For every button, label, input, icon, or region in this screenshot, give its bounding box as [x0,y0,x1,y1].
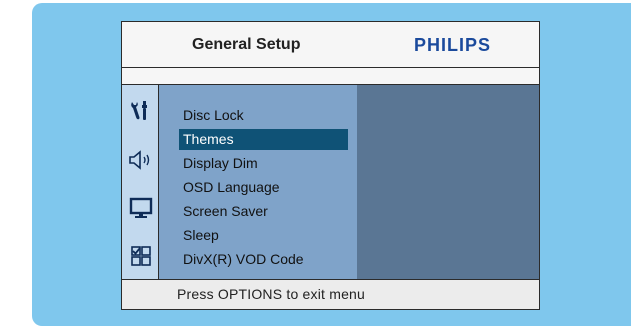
menu-header: General Setup PHILIPS [122,22,539,67]
menu-item-sleep[interactable]: Sleep [179,225,348,246]
speaker-icon[interactable] [126,147,156,173]
menu-item-screen-saver[interactable]: Screen Saver [179,201,348,222]
settings-menu-list: Disc Lock Themes Display Dim OSD Languag… [159,85,357,279]
header-separator-bar [122,67,539,85]
brand-logo: PHILIPS [414,35,492,55]
menu-item-themes[interactable]: Themes [179,129,348,150]
menu-item-display-dim[interactable]: Display Dim [179,153,348,174]
general-setup-icon[interactable] [126,98,156,124]
preferences-icon[interactable] [126,243,156,269]
monitor-icon[interactable] [126,195,156,221]
footer-hint: Press OPTIONS to exit menu [177,286,366,302]
category-icon-column [122,85,159,279]
menu-item-disc-lock[interactable]: Disc Lock [179,105,348,126]
menu-item-divx-vod-code[interactable]: DivX(R) VOD Code [179,249,348,270]
submenu-options-panel [357,85,539,279]
menu-item-osd-language[interactable]: OSD Language [179,177,348,198]
setup-menu-window: General Setup PHILIPS Disc Lock Themes D… [121,21,540,310]
page-title: General Setup [192,36,301,53]
footer-bar: Press OPTIONS to exit menu [122,279,539,309]
